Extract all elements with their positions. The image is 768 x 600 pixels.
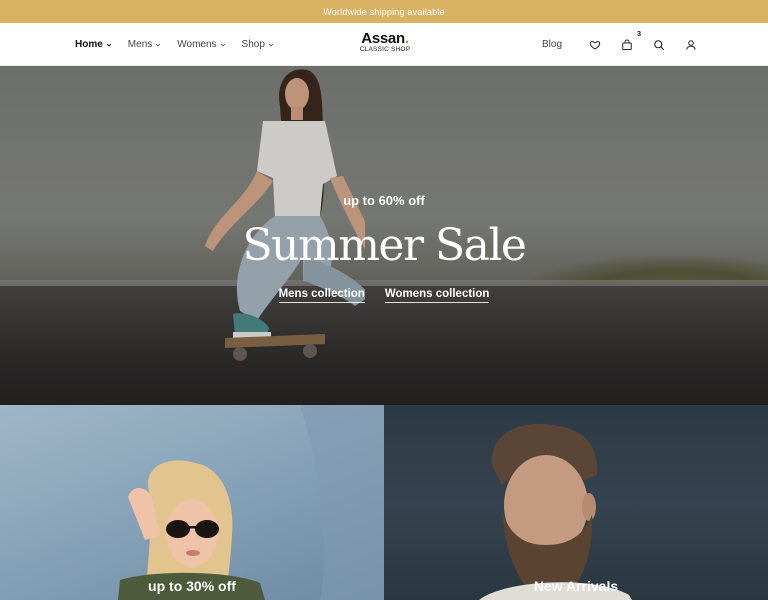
- hero-links: Mens collection Womens collection: [0, 288, 768, 303]
- promo-man-image: [479, 423, 632, 600]
- nav-item-label: Mens: [127, 39, 153, 50]
- chevron-down-icon: [156, 43, 161, 46]
- hero-title: Summer Sale: [242, 220, 527, 271]
- promo-woman-image: [118, 405, 384, 600]
- tile-label: up to 30% off: [148, 578, 236, 594]
- logo-title: Assan: [361, 30, 405, 47]
- hero-content: up to 60% off Summer Sale Mens collectio…: [0, 66, 768, 405]
- wishlist-button[interactable]: [588, 38, 602, 52]
- hero-banner: up to 60% off Summer Sale Mens collectio…: [0, 66, 768, 405]
- nav-item-label: Shop: [241, 39, 265, 50]
- chevron-down-icon: [106, 43, 111, 47]
- mens-collection-link[interactable]: Mens collection: [278, 288, 365, 303]
- chevron-down-icon: [268, 43, 273, 46]
- nav-item-blog[interactable]: Blog: [542, 39, 562, 50]
- promo-tile-discount[interactable]: up to 30% off: [0, 405, 384, 600]
- nav-item-mens[interactable]: Mens: [128, 39, 161, 50]
- main-nav: Home Mens Womens Shop: [75, 23, 274, 66]
- hero-kicker: up to 60% off: [343, 193, 425, 208]
- announcement-text: Worldwide shipping available: [323, 6, 445, 17]
- nav-item-label: Womens: [177, 39, 217, 50]
- chevron-down-icon: [220, 43, 225, 46]
- logo-subtitle: CLASSIC SHOP: [359, 46, 411, 53]
- user-icon: [686, 39, 696, 50]
- shopping-bag-icon: [622, 39, 632, 50]
- search-icon: [654, 39, 665, 50]
- tile-label: New Arrivals: [533, 578, 619, 594]
- nav-item-home[interactable]: Home: [75, 39, 112, 50]
- announcement-bar: Worldwide shipping available: [0, 0, 768, 23]
- search-button[interactable]: [652, 38, 666, 52]
- nav-item-label: Home: [75, 39, 103, 50]
- womens-collection-link[interactable]: Womens collection: [384, 288, 490, 303]
- nav-item-shop[interactable]: Shop: [242, 39, 274, 50]
- site-logo[interactable]: Assan. CLASSIC SHOP: [355, 31, 415, 54]
- promo-tile-new-arrivals[interactable]: New Arrivals: [384, 405, 768, 600]
- header-actions: Blog 3: [542, 23, 698, 66]
- cart-button[interactable]: 3: [620, 31, 641, 52]
- account-button[interactable]: [684, 38, 698, 52]
- logo-dot: .: [404, 30, 409, 47]
- heart-icon: [589, 40, 601, 50]
- cart-count-badge: 3: [637, 30, 641, 38]
- nav-item-womens[interactable]: Womens: [177, 39, 225, 50]
- site-header: Home Mens Womens Shop Assan. CLASSIC SHO…: [0, 23, 768, 66]
